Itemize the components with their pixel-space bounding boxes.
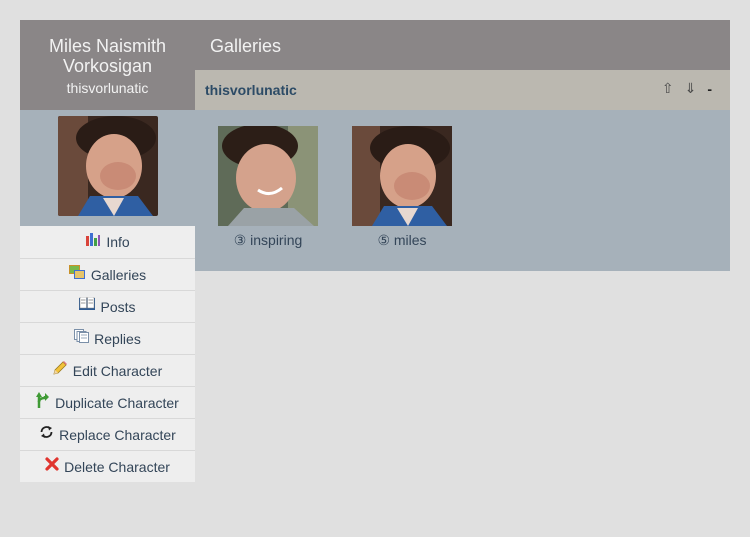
- menu-item-label: Duplicate Character: [55, 394, 179, 411]
- pencil-icon: [53, 360, 68, 375]
- menu-item-label: Galleries: [90, 266, 147, 283]
- menu-item-replace-character[interactable]: Replace Character: [20, 418, 195, 450]
- gallery-icon-item[interactable]: ③ inspiring: [213, 126, 323, 249]
- icon-thumbnail[interactable]: [218, 126, 318, 226]
- gallery-controls: ⇧ ⇓ -: [662, 80, 712, 97]
- gallery-icons: ③ inspiring ⑤ miles: [195, 110, 730, 271]
- book-icon: [79, 297, 96, 310]
- character-sidebar: Miles Naismith Vorkosigan thisvorlunatic…: [20, 20, 195, 482]
- collapse-icon[interactable]: -: [707, 81, 712, 97]
- menu-item-label: Info: [106, 234, 130, 250]
- menu-item-edit-character[interactable]: Edit Character: [20, 354, 195, 386]
- move-up-icon[interactable]: ⇧: [662, 80, 674, 97]
- galleries-panel: Galleries thisvorlunatic ⇧ ⇓ - ③ inspiri…: [195, 20, 730, 271]
- avatar-container: [20, 110, 195, 226]
- branch-icon: [36, 391, 50, 408]
- icon-thumbnail[interactable]: [352, 126, 452, 226]
- menu-item-label: Replace Character: [59, 426, 176, 443]
- replies-icon: [74, 328, 90, 343]
- menu-item-delete-character[interactable]: Delete Character: [20, 450, 195, 482]
- menu-item-duplicate-character[interactable]: Duplicate Character: [20, 386, 195, 418]
- character-name: Miles Naismith Vorkosigan: [48, 36, 167, 76]
- character-menu: Info Galleries Posts Replies Edit Charac…: [20, 226, 195, 482]
- menu-item-posts[interactable]: Posts: [20, 290, 195, 322]
- menu-item-label: Delete Character: [64, 458, 170, 475]
- menu-item-galleries[interactable]: Galleries: [20, 258, 195, 290]
- menu-item-label: Edit Character: [72, 362, 163, 379]
- gallery-header: thisvorlunatic ⇧ ⇓ -: [195, 70, 730, 110]
- delete-icon: [45, 456, 59, 471]
- menu-item-info[interactable]: Info: [20, 226, 195, 258]
- gallery-title[interactable]: thisvorlunatic: [205, 82, 297, 98]
- gallery-icon-item[interactable]: ⑤ miles: [347, 126, 457, 249]
- refresh-icon: [39, 425, 54, 439]
- character-header: Miles Naismith Vorkosigan thisvorlunatic: [20, 20, 195, 110]
- menu-item-label: Posts: [100, 298, 136, 315]
- menu-item-label: Replies: [94, 330, 141, 347]
- character-avatar[interactable]: [58, 116, 158, 216]
- icon-caption[interactable]: ⑤ miles: [347, 232, 457, 249]
- page-title: Galleries: [195, 20, 730, 70]
- icon-caption[interactable]: ③ inspiring: [213, 232, 323, 249]
- move-down-icon[interactable]: ⇓: [685, 80, 697, 97]
- bar-chart-icon: [85, 232, 101, 246]
- gallery-icon: [68, 264, 86, 279]
- menu-item-replies[interactable]: Replies: [20, 322, 195, 354]
- character-screenname[interactable]: thisvorlunatic: [20, 78, 195, 98]
